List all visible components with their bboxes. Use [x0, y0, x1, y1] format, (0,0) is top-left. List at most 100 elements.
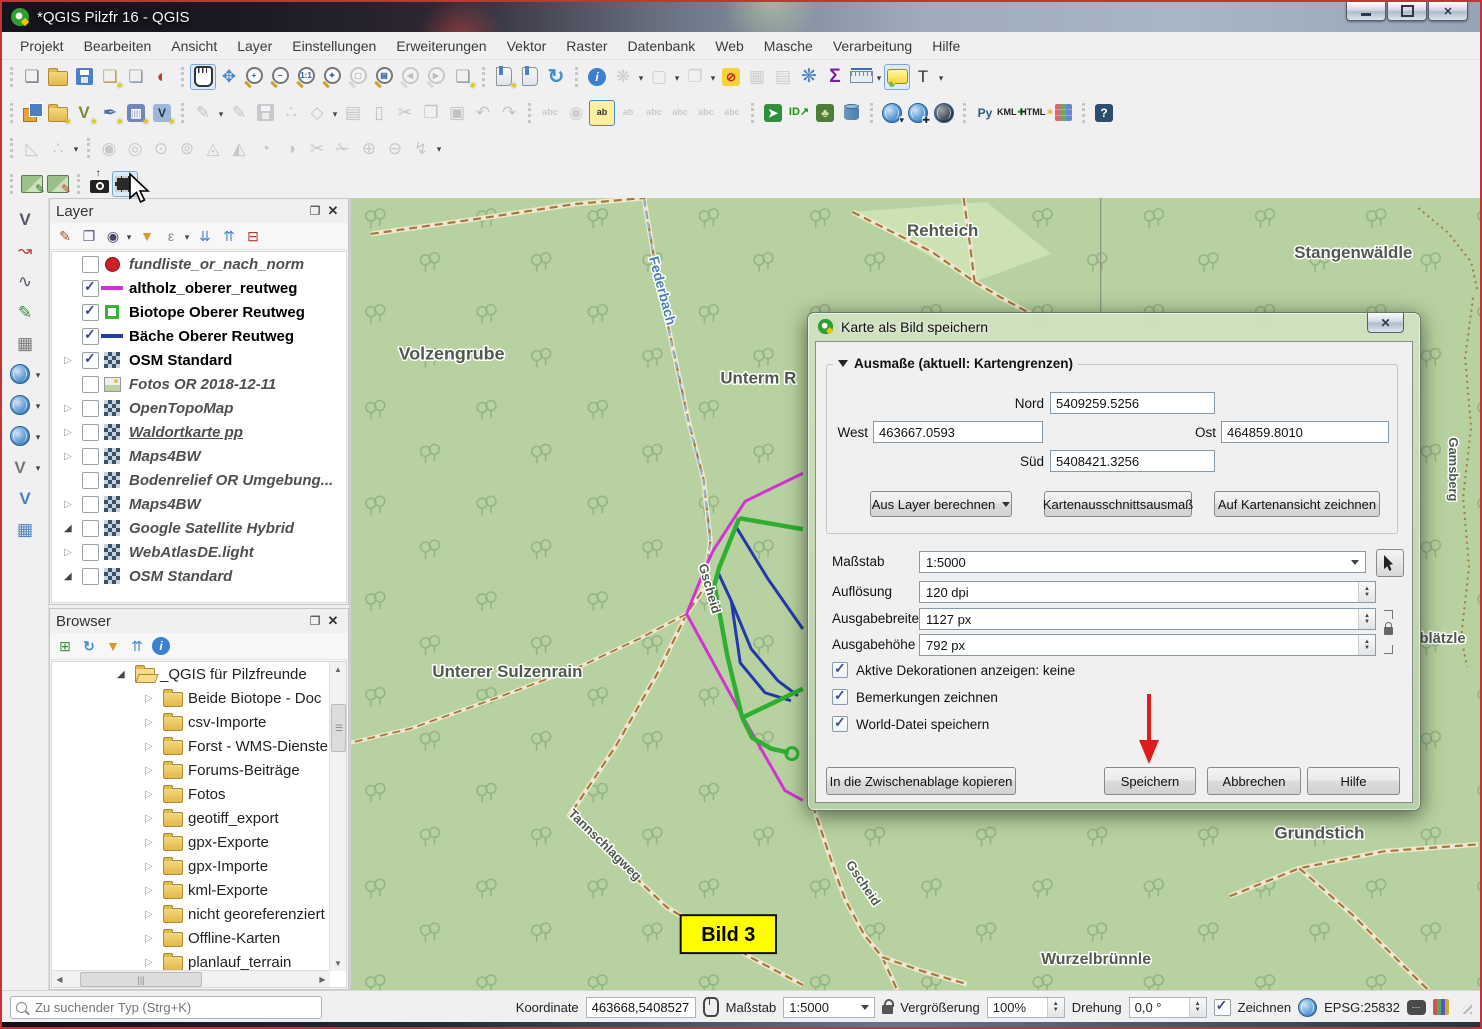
new-map-view-icon[interactable]: ❏ — [450, 64, 476, 90]
spinner-arrows-icon[interactable] — [1358, 635, 1375, 655]
float-panel-icon[interactable] — [306, 203, 324, 219]
sum-statistics-icon[interactable]: Σ — [822, 64, 848, 90]
scroll-left-icon[interactable]: ◀ — [52, 971, 67, 987]
text-annotation-icon[interactable]: T — [910, 64, 936, 90]
regular-points-icon-dropdown[interactable] — [71, 139, 81, 157]
locator-input[interactable] — [33, 999, 316, 1016]
pin-labels-icon[interactable]: ab — [615, 100, 641, 126]
filter-legend-icon-dropdown[interactable] — [124, 227, 134, 245]
lock-aspect-icon[interactable] — [1379, 608, 1393, 656]
collapse-all-icon[interactable]: ⇈ — [218, 225, 240, 247]
layer-visibility-checkbox[interactable] — [82, 376, 99, 393]
spinner-arrows-icon[interactable] — [1189, 998, 1206, 1017]
zoom-to-layer-icon[interactable]: ▤ — [372, 64, 398, 90]
spinner-arrows-icon[interactable] — [1358, 609, 1375, 629]
locator-search[interactable] — [10, 996, 322, 1019]
open-attribute-table-icon[interactable]: ▦ — [744, 64, 770, 90]
web-search-icon-dropdown[interactable] — [33, 396, 43, 414]
web-services-download-icon[interactable]: ▾ — [879, 100, 905, 126]
manage-map-themes-icon[interactable]: ❐ — [78, 225, 100, 247]
expand-all-icon[interactable]: ⇊ — [194, 225, 216, 247]
annotation-arrow-icon[interactable]: ↝ — [12, 237, 38, 263]
layer-item[interactable]: altholz_oberer_reutweg — [52, 276, 346, 300]
search-layers-icon[interactable] — [931, 100, 957, 126]
curve-digitizing-icon[interactable]: ∿ — [12, 268, 38, 294]
delete-ring-icon[interactable]: ✁ — [330, 135, 356, 161]
expression-filter-icon[interactable]: ε — [160, 225, 182, 247]
refresh-map-icon[interactable]: ↻ — [543, 64, 569, 90]
current-edits-icon-dropdown[interactable] — [216, 104, 226, 122]
expander-icon[interactable] — [145, 837, 163, 848]
new-virtual-layer-icon[interactable]: ▥ — [123, 100, 149, 126]
new-print-layout-icon[interactable]: ❏ — [97, 64, 123, 90]
add-layer-icon[interactable] — [45, 100, 71, 126]
style-pencil-icon[interactable]: ✎ — [12, 299, 38, 325]
vertical-scrollbar[interactable]: ▲ ☰ ▼ — [329, 662, 346, 971]
menu-item-web[interactable]: Web — [705, 34, 754, 58]
rotation-spinbox[interactable]: 0,0 ° — [1129, 997, 1207, 1018]
vertex-tool-icon-dropdown[interactable] — [330, 104, 340, 122]
expander-icon[interactable] — [64, 499, 82, 510]
menu-item-ansicht[interactable]: Ansicht — [161, 34, 227, 58]
west-input[interactable] — [873, 421, 1043, 443]
layer-item[interactable]: OSM Standard — [52, 564, 346, 588]
layer-visibility-checkbox[interactable] — [82, 544, 99, 561]
magnifier-spinbox[interactable]: 100% — [987, 997, 1065, 1018]
new-project-icon[interactable]: ❏ — [19, 64, 45, 90]
web-services-icon[interactable] — [7, 361, 33, 387]
float-panel-icon[interactable] — [306, 613, 324, 629]
deselect-features-icon[interactable]: ⊘ — [718, 64, 744, 90]
expander-icon[interactable] — [145, 741, 163, 752]
close-button[interactable]: ✕ — [1428, 2, 1468, 21]
layer-visibility-checkbox[interactable] — [82, 328, 99, 345]
expander-icon[interactable] — [64, 523, 82, 534]
geometry-checker-icon[interactable]: ◺ — [19, 135, 45, 161]
scrollbar-thumb[interactable]: ☰ — [331, 704, 346, 752]
crs-globe-icon[interactable] — [1298, 998, 1317, 1017]
run-feature-action-icon-dropdown[interactable] — [636, 68, 646, 86]
highlight-pinned-labels-icon[interactable]: ab — [589, 100, 615, 126]
data-source-manager-icon[interactable] — [19, 100, 45, 126]
merge-features-icon[interactable]: ⊙ — [148, 135, 174, 161]
collapse-browser-icon[interactable]: ⇈ — [126, 635, 148, 657]
menu-item-projekt[interactable]: Projekt — [10, 34, 74, 58]
layer-visibility-checkbox[interactable] — [82, 352, 99, 369]
expander-icon[interactable] — [64, 451, 82, 462]
layer-item[interactable]: fundliste_or_nach_norm — [52, 252, 346, 276]
current-edits-icon[interactable]: ✎ — [190, 100, 216, 126]
crs-status[interactable]: EPSG:25832 — [1324, 1000, 1400, 1015]
zoom-out-icon[interactable]: − — [268, 64, 294, 90]
style-manager-icon[interactable]: ◐ — [149, 64, 175, 90]
filter-legend-expression-icon[interactable]: ▼ — [136, 225, 158, 247]
reshape-features-icon[interactable]: ↯ — [408, 135, 434, 161]
browser-item[interactable]: Forst - WMS-Dienste — [52, 734, 346, 758]
decorations-checkbox[interactable] — [832, 662, 848, 678]
zoom-native-icon[interactable]: 1:1 — [294, 64, 320, 90]
open-project-icon[interactable] — [45, 64, 71, 90]
filter-browser-icon[interactable]: ▼ — [102, 635, 124, 657]
map-export-tool-icon[interactable]: ✎ — [45, 171, 71, 197]
save-layer-edits-icon[interactable] — [252, 100, 278, 126]
select-by-value-icon[interactable]: ❐ — [682, 64, 708, 90]
web-search-icon[interactable] — [7, 392, 33, 418]
layer-item[interactable]: OpenTopoMap — [52, 396, 346, 420]
layer-visibility-checkbox[interactable] — [82, 496, 99, 513]
paste-features-icon[interactable]: ▣ — [444, 100, 470, 126]
extents-toggle-icon[interactable] — [703, 997, 719, 1017]
html-image-map-icon[interactable]: HTML✶ — [1024, 100, 1050, 126]
simplify-feature-icon[interactable]: ◭ — [226, 135, 252, 161]
expander-icon[interactable] — [145, 885, 163, 896]
quickmap-services-icon[interactable]: ✎ — [19, 171, 45, 197]
zoom-to-selection-icon[interactable]: ▢ — [346, 64, 372, 90]
render-checkbox[interactable] — [1214, 999, 1231, 1016]
python-console-icon[interactable]: Py — [972, 100, 998, 126]
expander-icon[interactable] — [145, 957, 163, 968]
browser-item[interactable]: _QGIS für Pilzfreunde — [52, 662, 346, 686]
properties-widget-icon[interactable]: i — [150, 635, 172, 657]
redo-icon[interactable]: ↷ — [496, 100, 522, 126]
attribute-grid-icon[interactable]: ▦ — [12, 516, 38, 542]
select-by-value-icon-dropdown[interactable] — [708, 68, 718, 86]
dialog-titlebar[interactable]: Karte als Bild speichern — [808, 313, 1420, 340]
save-button[interactable]: Speichern — [1104, 767, 1196, 795]
browser-item[interactable]: gpx-Exporte — [52, 830, 346, 854]
